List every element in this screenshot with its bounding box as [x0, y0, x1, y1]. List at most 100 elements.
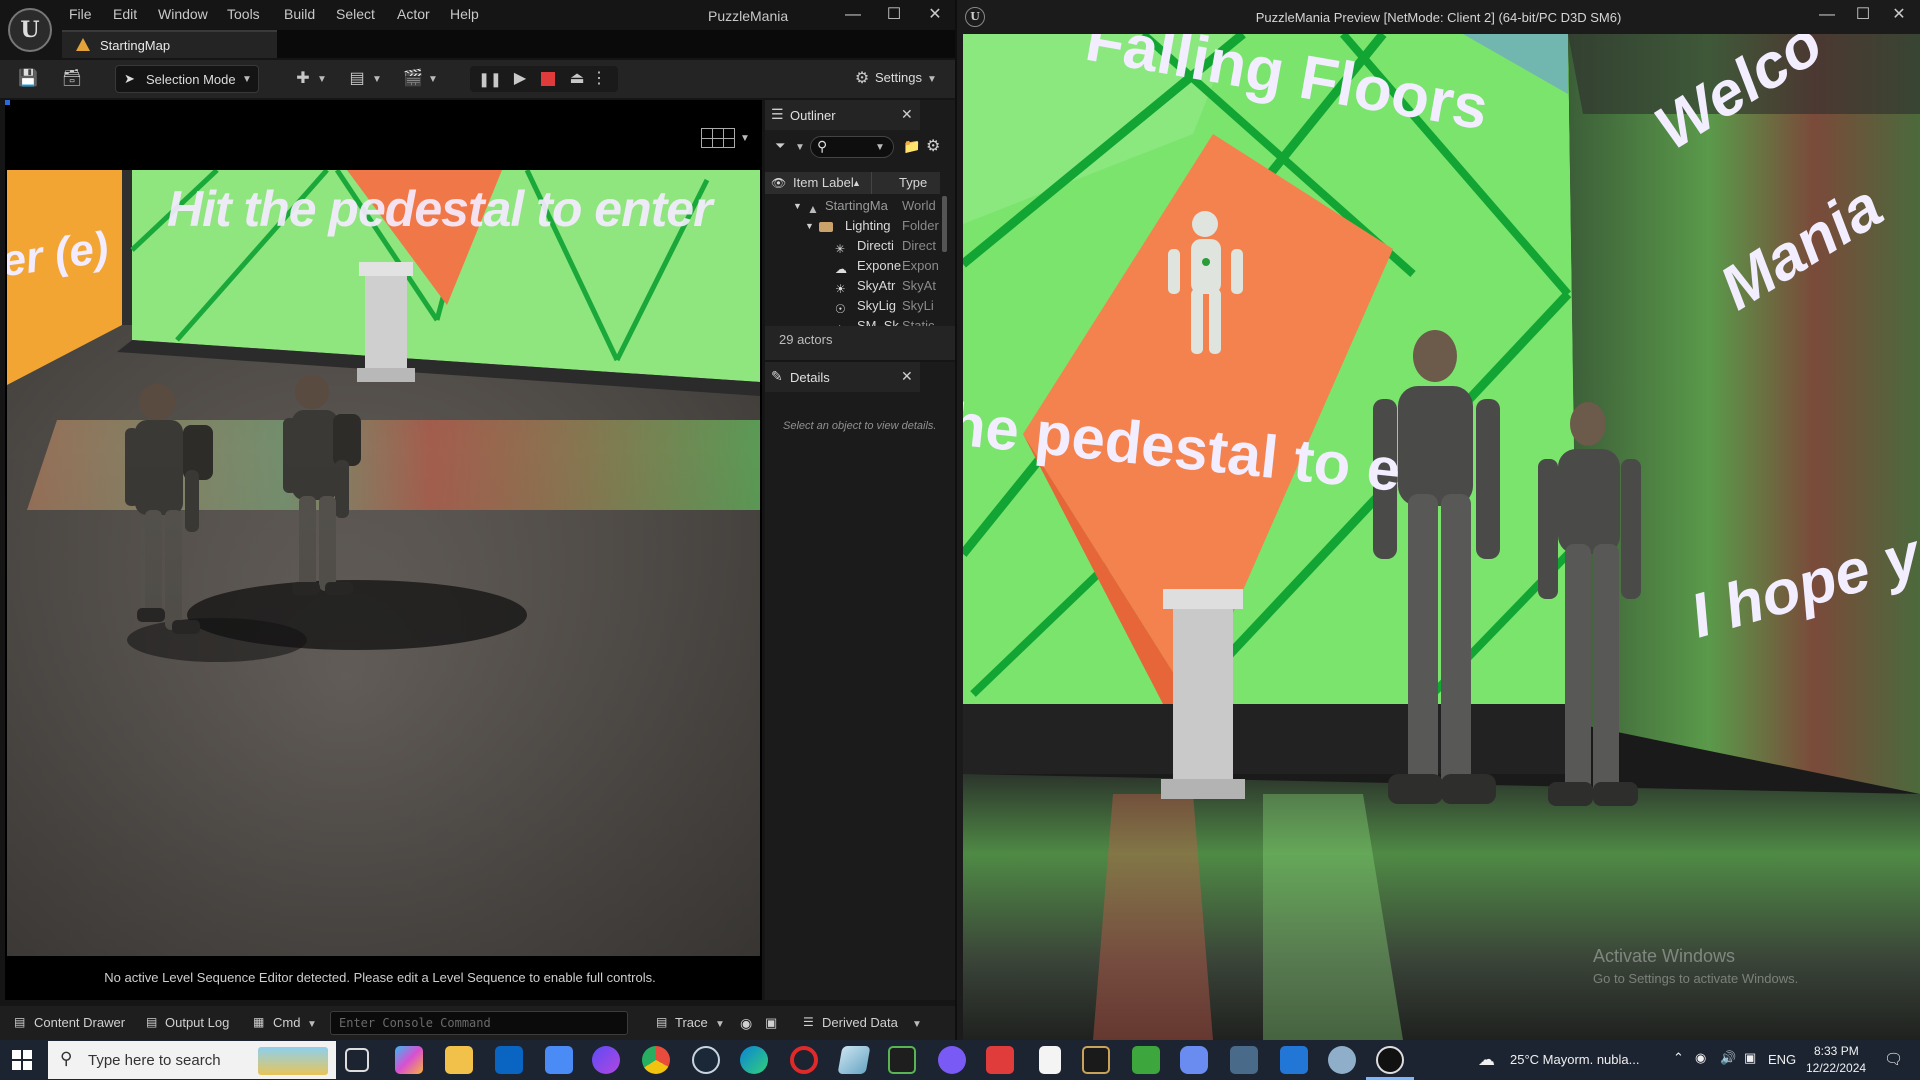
save-icon[interactable]: 💾	[16, 68, 40, 90]
unreal-taskbar-icon[interactable]	[1376, 1046, 1404, 1074]
weather-icon[interactable]: ☁	[1478, 1050, 1495, 1070]
cmd-dropdown[interactable]: Cmd	[273, 1015, 300, 1030]
derived-data-button[interactable]: Derived Data	[822, 1015, 898, 1030]
notepad-icon[interactable]	[1039, 1046, 1061, 1074]
step-icon[interactable]: ▶	[508, 68, 532, 90]
unreal-logo-icon[interactable]: U	[8, 8, 52, 52]
store-icon[interactable]	[545, 1046, 573, 1074]
more-options-icon[interactable]: ⋮	[591, 68, 607, 90]
game-viewport[interactable]: Falling Floors he pedestal to e Welco Ma…	[963, 34, 1920, 1040]
browser-icon[interactable]	[1328, 1046, 1356, 1074]
content-browse-icon[interactable]: 🗃	[60, 68, 84, 90]
menu-select[interactable]: Select	[336, 6, 375, 22]
windows-start-icon[interactable]	[12, 1050, 32, 1070]
chevron-down-icon[interactable]: ▼	[927, 74, 937, 85]
chevron-down-icon[interactable]: ▼	[317, 74, 327, 85]
visibility-eye-icon[interactable]: 👁	[771, 172, 786, 194]
network-icon[interactable]: ◉	[1695, 1050, 1706, 1066]
chevron-down-icon[interactable]: ▼	[740, 133, 750, 144]
anydesk-icon[interactable]	[986, 1046, 1014, 1074]
tab-startingmap[interactable]: StartingMap	[62, 30, 277, 58]
minecraft-icon[interactable]	[1132, 1046, 1160, 1074]
minimize-button[interactable]: —	[1809, 0, 1845, 30]
notes-app-icon[interactable]	[837, 1046, 871, 1074]
add-folder-icon[interactable]: 📁	[903, 138, 920, 155]
outliner-scrollbar[interactable]	[942, 196, 947, 252]
outliner-row[interactable]: ☉ SkyLig SkyLi	[765, 296, 940, 316]
steam-icon[interactable]	[692, 1046, 720, 1074]
outlook-icon[interactable]	[495, 1046, 523, 1074]
language-indicator[interactable]: ENG	[1768, 1052, 1796, 1067]
record-icon[interactable]: ◉	[740, 1015, 752, 1032]
blueprint-icon[interactable]: ▤	[345, 68, 369, 90]
chevron-down-icon[interactable]: ▼	[912, 1019, 922, 1030]
chevron-down-icon[interactable]: ▼	[372, 74, 382, 85]
pause-icon[interactable]: ❚❚	[478, 68, 502, 90]
opera-icon[interactable]	[790, 1046, 818, 1074]
column-item-label[interactable]: Item Label	[793, 172, 854, 194]
gamepad-icon[interactable]	[1180, 1046, 1208, 1074]
calculator-icon[interactable]	[1230, 1046, 1258, 1074]
console-command-input[interactable]: Enter Console Command	[330, 1011, 628, 1035]
chrome-icon[interactable]	[642, 1046, 670, 1074]
column-type[interactable]: Type	[899, 172, 927, 194]
league-icon[interactable]	[1082, 1046, 1110, 1074]
outliner-row[interactable]: ▼ ▲ StartingMa World	[765, 196, 940, 216]
close-button[interactable]: ✕	[1881, 0, 1917, 30]
file-explorer-icon[interactable]	[445, 1046, 473, 1074]
viewport-layout-icon[interactable]	[701, 128, 735, 148]
menu-file[interactable]: File	[69, 6, 92, 22]
outliner-row[interactable]: ◆ SM_Sk Static	[765, 316, 940, 326]
outliner-row[interactable]: ☀ SkyAtr SkyAt	[765, 276, 940, 296]
chevron-down-icon[interactable]: ▼	[715, 1019, 725, 1030]
menu-actor[interactable]: Actor	[397, 6, 430, 22]
chevron-down-icon[interactable]: ▼	[428, 74, 438, 85]
copilot-icon[interactable]	[395, 1046, 423, 1074]
outliner-row[interactable]: ▼ Lighting Folder	[765, 216, 940, 236]
clock-date[interactable]: 12/22/2024	[1806, 1061, 1866, 1075]
chevron-up-icon[interactable]: ⌃	[1673, 1050, 1684, 1066]
dev-tool-icon[interactable]	[888, 1046, 916, 1074]
task-view-icon[interactable]	[345, 1048, 369, 1072]
close-button[interactable]: ✕	[914, 0, 956, 30]
outliner-tab[interactable]: ☰ Outliner ✕	[765, 100, 920, 130]
chevron-down-icon[interactable]: ▼	[307, 1019, 317, 1030]
close-icon[interactable]: ✕	[901, 368, 913, 385]
details-tab[interactable]: ✎ Details ✕	[765, 362, 920, 392]
stop-icon[interactable]	[541, 72, 555, 86]
add-actor-icon[interactable]: ✚	[291, 68, 315, 90]
camera-icon[interactable]: ▣	[765, 1015, 777, 1031]
connection-icon[interactable]: ▣	[1744, 1050, 1756, 1066]
vscode-icon[interactable]	[1280, 1046, 1308, 1074]
chevron-down-icon[interactable]: ▼	[795, 142, 805, 153]
gear-icon[interactable]: ⚙	[926, 136, 940, 156]
outliner-row[interactable]: ✳ Directi Direct	[765, 236, 940, 256]
menu-help[interactable]: Help	[450, 6, 479, 22]
settings-button[interactable]: Settings	[875, 70, 922, 85]
outliner-row[interactable]: ☁ Expone Expon	[765, 256, 940, 276]
menu-tools[interactable]: Tools	[227, 6, 260, 22]
copilot-app-icon[interactable]	[592, 1046, 620, 1074]
weather-text[interactable]: 25°C Mayorm. nubla...	[1510, 1052, 1639, 1067]
expand-arrow-icon[interactable]: ▼	[805, 216, 814, 236]
taskbar-search-input[interactable]: ⚲ Type here to search	[48, 1041, 336, 1079]
minimize-button[interactable]: —	[832, 0, 874, 30]
eject-icon[interactable]: ⏏	[565, 68, 589, 90]
filter-icon[interactable]: ⏷	[775, 138, 785, 154]
maximize-button[interactable]: ☐	[1845, 0, 1881, 30]
level-viewport[interactable]: Hit the pedestal to enter er (e)	[7, 170, 760, 956]
close-icon[interactable]: ✕	[901, 106, 913, 123]
volume-icon[interactable]: 🔊	[1720, 1050, 1736, 1066]
notification-icon[interactable]: 🗨	[1884, 1050, 1903, 1068]
menu-window[interactable]: Window	[158, 6, 208, 22]
discord-icon[interactable]	[938, 1046, 966, 1074]
maximize-button[interactable]: ☐	[873, 0, 915, 30]
expand-arrow-icon[interactable]: ▼	[793, 196, 802, 216]
outliner-search-input[interactable]: ⚲ ▼	[810, 136, 894, 158]
clock-time[interactable]: 8:33 PM	[1814, 1044, 1859, 1058]
selection-mode-dropdown[interactable]: ➤ Selection Mode ▼	[115, 65, 259, 93]
trace-button[interactable]: Trace	[675, 1015, 708, 1030]
menu-build[interactable]: Build	[284, 6, 315, 22]
output-log-button[interactable]: Output Log	[165, 1015, 229, 1030]
cinematics-icon[interactable]: 🎬	[401, 68, 425, 90]
